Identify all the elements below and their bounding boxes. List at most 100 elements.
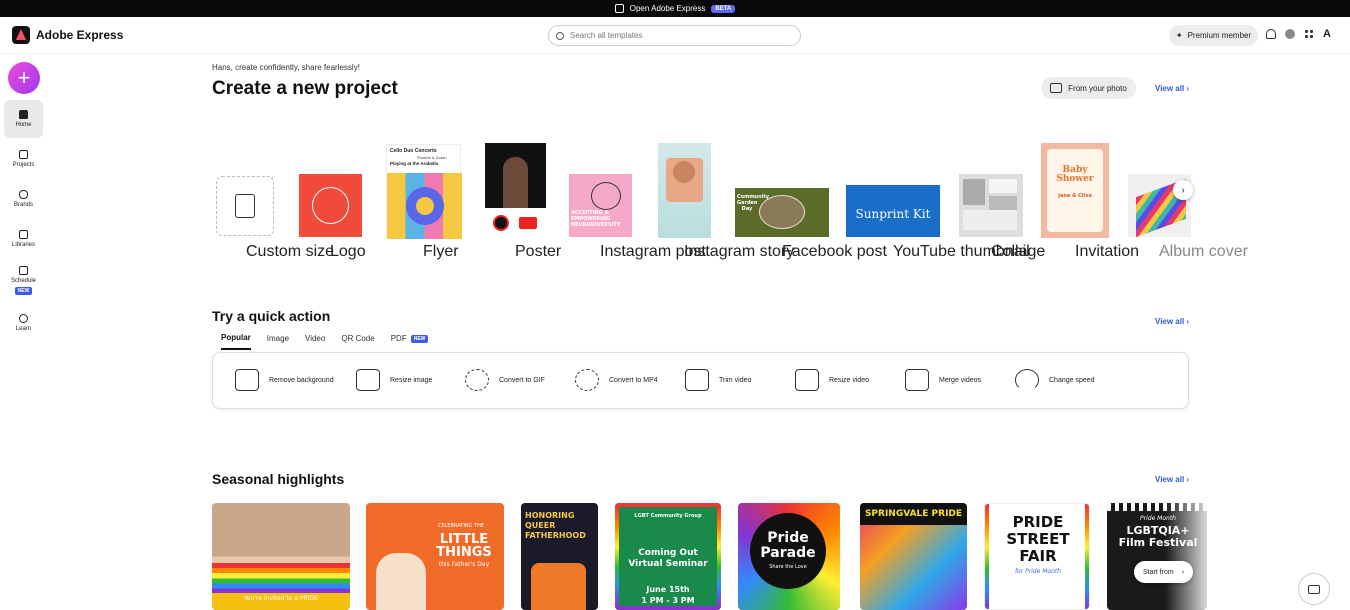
sidebar-item-libraries[interactable]: Libraries: [4, 220, 43, 258]
seasonal-card[interactable]: PRIDE STREET FAIR for Pride Month: [984, 503, 1090, 610]
premium-member-button[interactable]: ✦ Premium member: [1169, 25, 1258, 46]
sidebar-item-label: Projects: [12, 162, 35, 168]
sidebar: + Home Projects Brands Libraries Schedul…: [0, 54, 48, 610]
action-convert-to-gif[interactable]: Convert to GIF: [465, 369, 545, 391]
open-app-banner[interactable]: Open Adobe Express BETA: [0, 0, 1350, 17]
carousel-fade: [1165, 500, 1215, 610]
new-badge: NEW: [14, 286, 33, 295]
instagram-post-thumb: ACCEPTING & EMPOWERING NEURODIVERSITY: [569, 174, 632, 237]
apps-grid-icon[interactable]: [1304, 29, 1314, 39]
chevron-right-icon: ›: [1181, 568, 1185, 576]
file-plus-icon: [235, 194, 255, 218]
card-date: June 15th: [646, 585, 690, 594]
photo-icon: [1050, 83, 1063, 93]
sidebar-item-schedule[interactable]: Schedule NEW: [4, 260, 43, 300]
quick-action-tabs: Popular Image Video QR Code PDF NEW: [221, 333, 444, 350]
sidebar-item-label: Brands: [13, 202, 33, 208]
view-all-label: View all: [1155, 475, 1185, 484]
sidebar-item-home[interactable]: Home: [4, 100, 43, 138]
card-text: Coming Out Virtual Seminar: [628, 548, 708, 569]
action-change-speed[interactable]: Change speed: [1015, 369, 1095, 391]
action-label: Change speed: [1049, 376, 1095, 384]
resize-image-icon: [356, 369, 380, 391]
start-from-label: Start from: [1142, 568, 1174, 576]
sidebar-item-learn[interactable]: Learn: [4, 304, 43, 342]
card-top-text: LGBT Community Group: [634, 513, 702, 519]
flyer-title: Cello Duo Concerto: [390, 148, 437, 154]
view-all-label: View all: [1155, 317, 1185, 326]
tab-popular[interactable]: Popular: [221, 333, 251, 350]
remove-background-icon: [235, 369, 259, 391]
card-sub-text: Share the Love: [769, 564, 807, 570]
notifications-icon[interactable]: [1266, 29, 1276, 39]
view-all-templates-link[interactable]: View all ›: [1155, 84, 1189, 93]
card-time: 1 PM - 3 PM: [641, 596, 695, 605]
tab-pdf[interactable]: PDF NEW: [391, 333, 429, 350]
action-trim-video[interactable]: Trim video: [685, 369, 751, 391]
card-text: LITTLE THINGS: [436, 532, 492, 560]
quick-action-title: Try a quick action: [212, 308, 331, 324]
header-icons: A: [1266, 29, 1333, 40]
avatar[interactable]: [1285, 29, 1295, 39]
from-your-photo-button[interactable]: From your photo: [1041, 77, 1136, 99]
seasonal-card[interactable]: SPRINGVALE PRIDE: [860, 503, 967, 610]
chat-support-button[interactable]: [1298, 573, 1330, 605]
facebook-post-thumb: Community Garden Day: [735, 188, 829, 237]
action-merge-videos[interactable]: Merge videos: [905, 369, 981, 391]
libraries-icon: [19, 230, 28, 239]
search-input[interactable]: Search all templates: [548, 25, 801, 46]
projects-icon: [19, 150, 28, 159]
card-text: SPRINGVALE PRIDE: [864, 509, 963, 519]
tab-label: PDF: [390, 334, 407, 343]
poster-thumb: [485, 143, 546, 238]
template-label: Album cover: [1159, 243, 1248, 260]
app-name: Adobe Express: [36, 28, 124, 42]
custom-size-thumb: [216, 176, 274, 236]
action-convert-to-mp4[interactable]: Convert to MP4: [575, 369, 658, 391]
youtube-thumbnail-text: Sunprint Kit: [855, 207, 931, 221]
adobe-icon[interactable]: A: [1323, 29, 1333, 40]
tab-label: Image: [266, 334, 290, 343]
seasonal-card[interactable]: LGBT Community Group Coming Out Virtual …: [615, 503, 721, 610]
brands-icon: [19, 190, 28, 199]
action-label: Resize video: [829, 376, 870, 384]
template-label: Facebook post: [782, 243, 887, 260]
invitation-line2: Shower: [1056, 174, 1094, 184]
view-all-seasonal-link[interactable]: View all ›: [1155, 475, 1189, 484]
sidebar-item-label: Libraries: [11, 242, 35, 248]
seasonal-card[interactable]: CELEBRATING THE LITTLE THINGS this Fathe…: [366, 503, 504, 610]
template-label: Flyer: [423, 243, 459, 260]
seasonal-card[interactable]: HONORING QUEER FATHERHOOD: [521, 503, 598, 610]
tab-video[interactable]: Video: [305, 333, 325, 350]
seasonal-card[interactable]: Pride Parade Share the Love: [738, 503, 840, 610]
action-label: Merge videos: [939, 376, 982, 384]
trim-video-icon: [685, 369, 709, 391]
search-icon: [556, 31, 564, 40]
action-label: Resize image: [390, 376, 433, 384]
sidebar-item-brands[interactable]: Brands: [4, 180, 43, 218]
card-sub-text: for Pride Month: [1014, 568, 1062, 575]
greeting: Hans, create confidently, share fearless…: [212, 63, 360, 72]
start-from-button[interactable]: Start from ›: [1134, 561, 1193, 583]
action-remove-background[interactable]: Remove background: [235, 369, 334, 391]
convert-mp4-icon: [575, 369, 599, 391]
speedometer-icon: [1015, 369, 1039, 391]
carousel-next-button[interactable]: ›: [1173, 180, 1193, 200]
tab-qr-code[interactable]: QR Code: [341, 333, 374, 350]
tab-image[interactable]: Image: [267, 333, 289, 350]
external-link-icon: [614, 4, 624, 13]
action-resize-video[interactable]: Resize video: [795, 369, 869, 391]
instagram-story-thumb: [658, 143, 711, 238]
template-label: Custom size: [246, 243, 335, 260]
sidebar-item-label: Schedule: [10, 277, 37, 284]
app-logo[interactable]: Adobe Express: [12, 26, 123, 44]
action-resize-image[interactable]: Resize image: [356, 369, 432, 391]
merge-videos-icon: [905, 369, 929, 391]
instagram-post-text: ACCEPTING & EMPOWERING NEURODIVERSITY: [571, 210, 621, 228]
seasonal-card[interactable]: You're invited to a PRIDE: [212, 503, 350, 610]
view-all-quick-actions-link[interactable]: View all ›: [1155, 317, 1189, 326]
sidebar-item-projects[interactable]: Projects: [4, 140, 43, 178]
action-label: Convert to GIF: [499, 376, 545, 384]
create-new-button[interactable]: +: [8, 62, 40, 94]
flyer-names: Phoebe & Duran: [417, 155, 447, 160]
